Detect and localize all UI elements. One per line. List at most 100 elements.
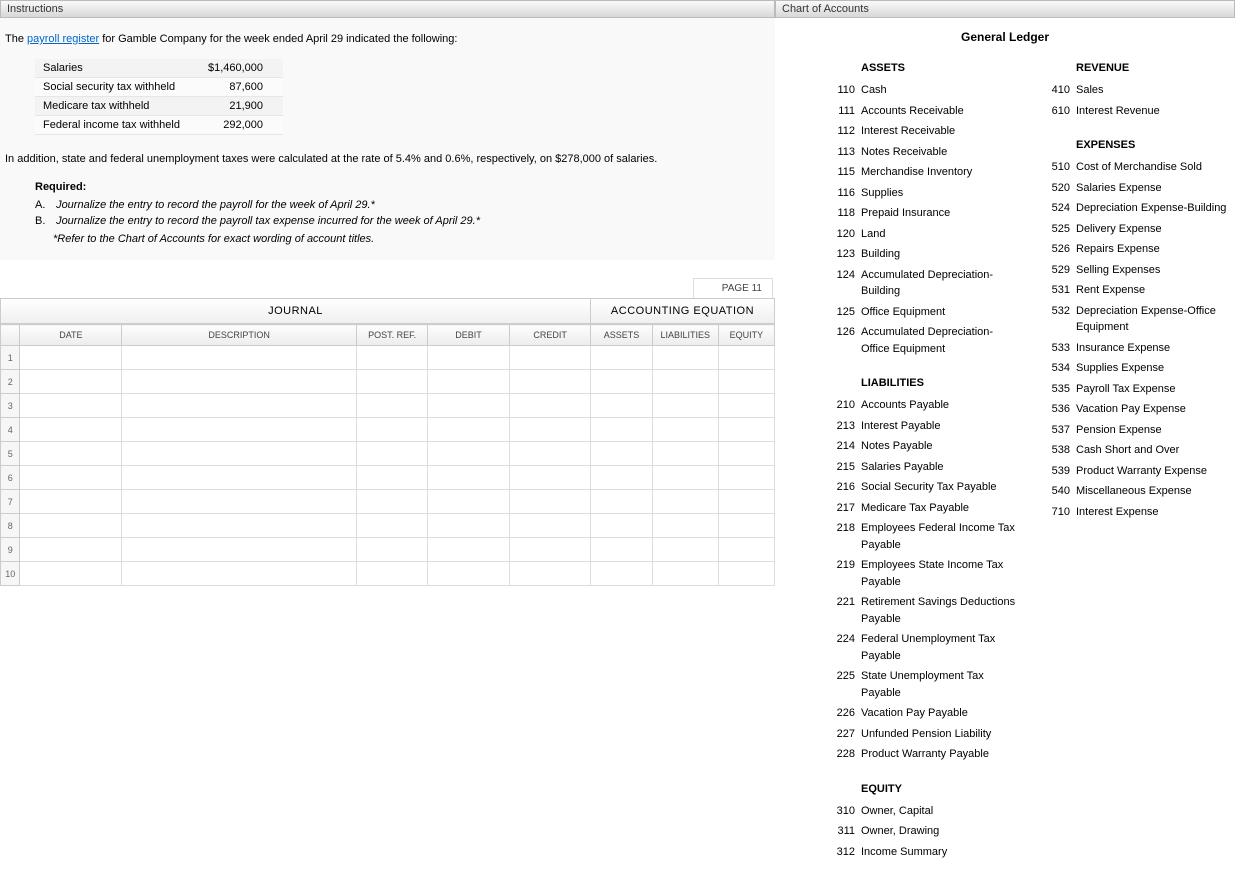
journal-cell-assets[interactable] (591, 346, 652, 370)
journal-cell-debit[interactable] (428, 466, 510, 490)
journal-cell-desc[interactable] (122, 466, 357, 490)
col-post-ref: POST. REF. (356, 325, 427, 346)
journal-cell-desc[interactable] (122, 394, 357, 418)
journal-cell-desc[interactable] (122, 418, 357, 442)
journal-cell-desc[interactable] (122, 562, 357, 586)
journal-cell-liab[interactable] (652, 442, 718, 466)
account-number: 126 (835, 324, 861, 357)
journal-cell-desc[interactable] (122, 538, 357, 562)
journal-cell-post[interactable] (356, 394, 427, 418)
journal-cell-desc[interactable] (122, 370, 357, 394)
journal-cell-credit[interactable] (509, 394, 591, 418)
journal-cell-desc[interactable] (122, 442, 357, 466)
journal-cell-eq[interactable] (718, 514, 774, 538)
account-number: 310 (835, 803, 861, 820)
row-number: 9 (1, 538, 20, 562)
journal-cell-post[interactable] (356, 370, 427, 394)
journal-cell-assets[interactable] (591, 442, 652, 466)
journal-cell-eq[interactable] (718, 418, 774, 442)
journal-cell-debit[interactable] (428, 514, 510, 538)
journal-cell-credit[interactable] (509, 442, 591, 466)
account-row: 535Payroll Tax Expense (1050, 379, 1235, 400)
journal-cell-date[interactable] (20, 418, 122, 442)
journal-cell-post[interactable] (356, 346, 427, 370)
journal-cell-debit[interactable] (428, 418, 510, 442)
account-number: 531 (1050, 282, 1076, 299)
journal-cell-eq[interactable] (718, 490, 774, 514)
journal-cell-liab[interactable] (652, 394, 718, 418)
journal-cell-date[interactable] (20, 466, 122, 490)
journal-cell-post[interactable] (356, 538, 427, 562)
journal-cell-assets[interactable] (591, 538, 652, 562)
journal-cell-debit[interactable] (428, 490, 510, 514)
journal-cell-eq[interactable] (718, 370, 774, 394)
journal-cell-debit[interactable] (428, 346, 510, 370)
journal-cell-assets[interactable] (591, 370, 652, 394)
col-assets: ASSETS (591, 325, 652, 346)
journal-cell-post[interactable] (356, 514, 427, 538)
journal-cell-assets[interactable] (591, 466, 652, 490)
journal-cell-eq[interactable] (718, 538, 774, 562)
journal-cell-post[interactable] (356, 562, 427, 586)
payroll-register-link[interactable]: payroll register (27, 33, 99, 45)
journal-cell-liab[interactable] (652, 490, 718, 514)
account-row: 610Interest Revenue (1050, 101, 1235, 122)
journal-row: 8 (1, 514, 775, 538)
journal-cell-date[interactable] (20, 442, 122, 466)
journal-cell-debit[interactable] (428, 562, 510, 586)
journal-cell-assets[interactable] (591, 514, 652, 538)
journal-cell-credit[interactable] (509, 562, 591, 586)
journal-cell-assets[interactable] (591, 490, 652, 514)
journal-cell-eq[interactable] (718, 346, 774, 370)
journal-cell-eq[interactable] (718, 394, 774, 418)
account-number: 540 (1050, 483, 1076, 500)
journal-cell-post[interactable] (356, 418, 427, 442)
journal-cell-debit[interactable] (428, 394, 510, 418)
journal-cell-date[interactable] (20, 346, 122, 370)
journal-cell-liab[interactable] (652, 466, 718, 490)
row-number: 8 (1, 514, 20, 538)
journal-cell-debit[interactable] (428, 370, 510, 394)
revenue-section: REVENUE 410Sales610Interest Revenue (1050, 62, 1235, 121)
journal-cell-date[interactable] (20, 562, 122, 586)
journal-cell-liab[interactable] (652, 418, 718, 442)
journal-cell-credit[interactable] (509, 346, 591, 370)
journal-cell-desc[interactable] (122, 346, 357, 370)
journal-row: 7 (1, 490, 775, 514)
account-number: 535 (1050, 381, 1076, 398)
journal-cell-liab[interactable] (652, 562, 718, 586)
journal-cell-liab[interactable] (652, 538, 718, 562)
journal-cell-liab[interactable] (652, 346, 718, 370)
req-b-label: B. (35, 215, 53, 227)
journal-cell-credit[interactable] (509, 538, 591, 562)
journal-cell-date[interactable] (20, 370, 122, 394)
journal-cell-post[interactable] (356, 442, 427, 466)
journal-cell-eq[interactable] (718, 562, 774, 586)
journal-cell-date[interactable] (20, 538, 122, 562)
journal-cell-eq[interactable] (718, 442, 774, 466)
journal-cell-desc[interactable] (122, 490, 357, 514)
account-name: Interest Revenue (1076, 103, 1235, 120)
account-number: 124 (835, 267, 861, 300)
journal-cell-credit[interactable] (509, 370, 591, 394)
journal-cell-post[interactable] (356, 490, 427, 514)
journal-cell-credit[interactable] (509, 490, 591, 514)
journal-cell-credit[interactable] (509, 514, 591, 538)
journal-cell-liab[interactable] (652, 514, 718, 538)
journal-cell-assets[interactable] (591, 418, 652, 442)
journal-cell-assets[interactable] (591, 562, 652, 586)
journal-cell-date[interactable] (20, 490, 122, 514)
journal-cell-date[interactable] (20, 394, 122, 418)
journal-cell-post[interactable] (356, 466, 427, 490)
journal-cell-debit[interactable] (428, 442, 510, 466)
journal-cell-assets[interactable] (591, 394, 652, 418)
required-heading: Required: (35, 181, 770, 193)
journal-cell-debit[interactable] (428, 538, 510, 562)
journal-cell-liab[interactable] (652, 370, 718, 394)
journal-cell-date[interactable] (20, 514, 122, 538)
journal-cell-desc[interactable] (122, 514, 357, 538)
journal-cell-credit[interactable] (509, 418, 591, 442)
journal-cell-eq[interactable] (718, 466, 774, 490)
journal-cell-credit[interactable] (509, 466, 591, 490)
account-name: Interest Payable (861, 418, 1020, 435)
